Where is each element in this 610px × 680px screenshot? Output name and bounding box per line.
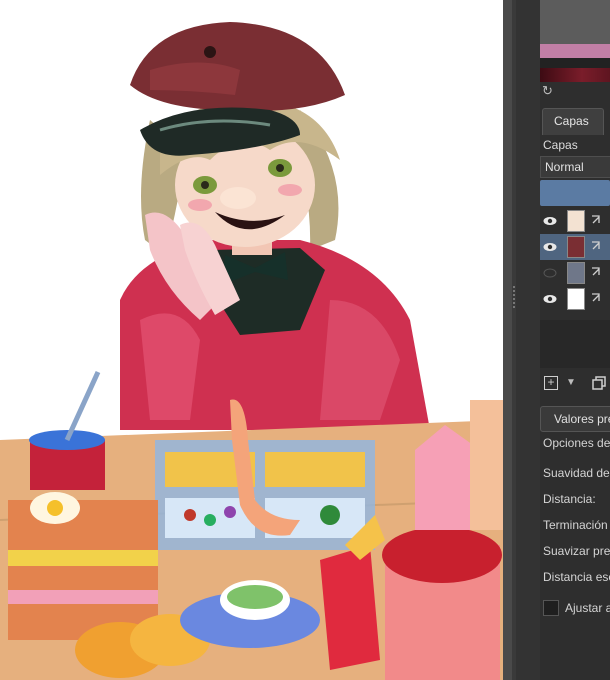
layer-thumbnail (567, 236, 585, 258)
layer-header-selected[interactable] (540, 180, 610, 206)
refresh-icon[interactable]: ↻ (542, 84, 556, 98)
tab-capas[interactable]: Capas (542, 108, 604, 135)
chevron-down-icon[interactable]: ▼ (566, 377, 576, 388)
duplicate-layer-icon[interactable] (592, 376, 606, 390)
color-gradient-bar[interactable] (540, 68, 610, 82)
property-smoothness: Suavidad del (543, 466, 610, 480)
property-distance: Distancia: (543, 492, 596, 506)
eye-hidden-icon[interactable] (543, 267, 557, 279)
add-layer-icon[interactable]: + (544, 376, 558, 390)
blend-mode-select[interactable]: Normal (540, 156, 610, 178)
blend-mode-value: Normal (545, 160, 584, 174)
side-strip (516, 0, 540, 680)
eye-icon[interactable] (543, 241, 557, 253)
eye-icon[interactable] (543, 215, 557, 227)
link-icon[interactable] (590, 214, 602, 226)
color-separator (540, 58, 610, 68)
right-panel: ↻ Capas Capas Normal + ▼ Valores pre Opc… (540, 0, 610, 680)
layer-toolbar: + ▼ (540, 372, 610, 396)
layer-list-empty-area (540, 320, 610, 368)
layer-row[interactable] (540, 208, 610, 234)
artwork-illustration (0, 0, 503, 680)
link-icon[interactable] (590, 240, 602, 252)
layer-thumbnail (567, 288, 585, 310)
canvas-area[interactable] (0, 0, 512, 680)
tab-label: Capas (554, 114, 589, 128)
link-icon[interactable] (590, 266, 602, 278)
property-termination: Terminación (543, 518, 608, 532)
property-scale-distance: Distancia esc (543, 570, 610, 584)
adjust-checkbox[interactable] (543, 600, 559, 616)
adjust-label: Ajustar a (565, 601, 610, 615)
layer-thumbnail (567, 262, 585, 284)
layer-row[interactable] (540, 234, 610, 260)
layer-row[interactable] (540, 286, 610, 312)
presets-button[interactable]: Valores pre (540, 406, 610, 432)
color-hue-bar[interactable] (540, 44, 610, 58)
property-options: Opciones de (543, 436, 610, 450)
property-smooth-pressure: Suavizar pres (543, 544, 610, 558)
layer-thumbnail (567, 210, 585, 232)
link-icon[interactable] (590, 292, 602, 304)
section-label: Capas (543, 138, 578, 152)
layer-row[interactable] (540, 260, 610, 286)
presets-label: Valores pre (554, 412, 610, 426)
color-field[interactable] (540, 0, 610, 44)
divider-grip[interactable] (513, 286, 515, 308)
eye-icon[interactable] (543, 293, 557, 305)
